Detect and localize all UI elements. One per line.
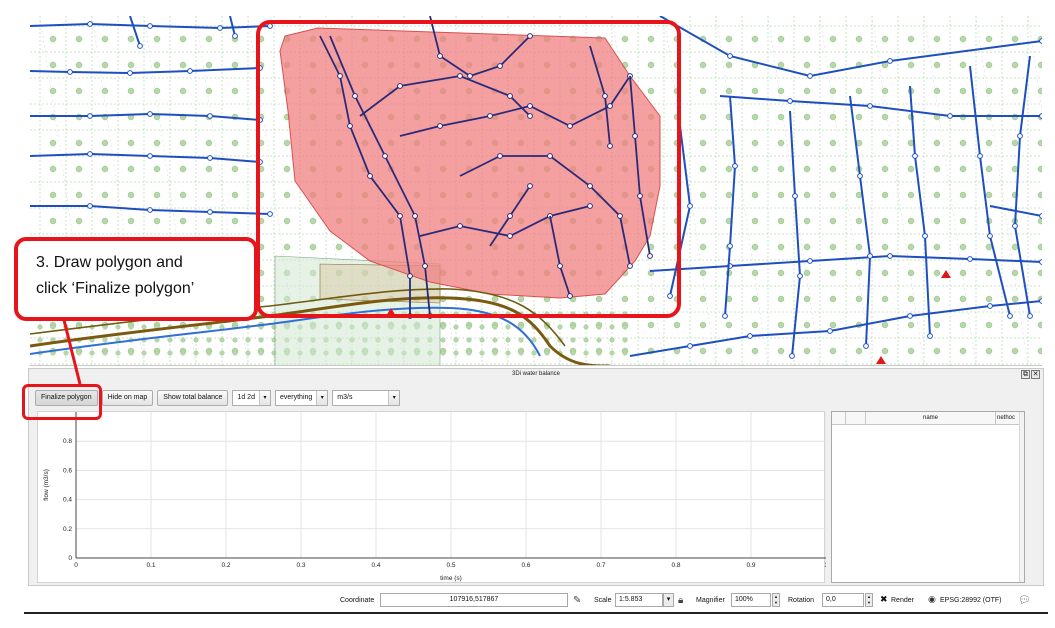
instruction-line-2: click ‘Finalize polygon’	[36, 280, 195, 297]
instruction-line-1: 3. Draw polygon and	[36, 254, 183, 271]
app-window: 3Di water balance ⧉ ✕ Finalize polygon H…	[0, 0, 1055, 628]
instruction-callout: 3. Draw polygon and click ‘Finalize poly…	[14, 237, 258, 321]
